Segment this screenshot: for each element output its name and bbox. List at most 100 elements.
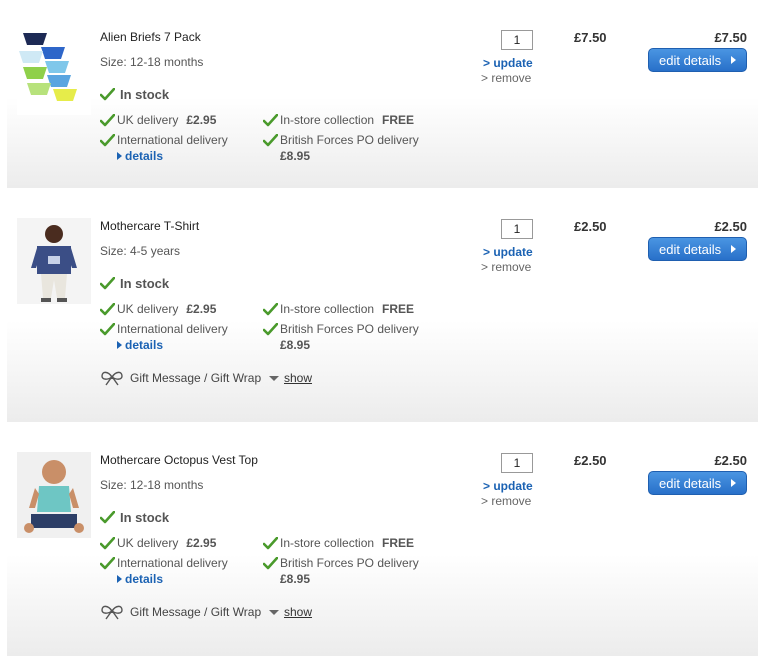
remove-link[interactable]: > remove [481,71,531,85]
international-delivery: International delivery [100,556,228,570]
check-icon [263,323,278,336]
edit-details-label: edit details [659,475,722,491]
update-link[interactable]: > update [483,479,533,493]
check-icon [100,88,115,101]
bow-icon [100,604,124,620]
update-link[interactable]: > update [483,56,533,70]
bfpo-price: £8.95 [280,338,311,352]
stock-status: In stock [100,276,169,291]
uk-delivery: UK delivery £2.95 [100,536,216,550]
uk-delivery: UK delivery £2.95 [100,302,216,316]
uk-delivery-price: £2.95 [186,113,217,127]
instore-collection: In-store collection FREE [263,113,414,127]
check-icon [100,537,115,550]
gift-label: Gift Message / Gift Wrap [130,605,262,619]
instore-price: FREE [382,536,415,550]
stock-label: In stock [120,276,170,291]
details-link[interactable]: details [117,149,163,163]
international-label: International delivery [117,133,228,147]
unit-price: £7.50 [574,30,607,45]
international-label: International delivery [117,556,228,570]
product-name[interactable]: Alien Briefs 7 Pack [100,30,201,44]
uk-delivery-label: UK delivery [117,536,179,550]
show-gift-toggle[interactable]: show [269,371,312,385]
bfpo-label: British Forces PO delivery [280,133,419,147]
check-icon [100,277,115,290]
details-label: details [125,572,164,586]
triangle-right-icon [117,152,122,160]
check-icon [263,303,278,316]
triangle-right-icon [117,341,122,349]
edit-details-label: edit details [659,52,722,68]
quantity-input[interactable] [501,453,533,473]
triangle-right-icon [731,56,736,64]
product-name[interactable]: Mothercare T-Shirt [100,219,199,233]
bfpo-label: British Forces PO delivery [280,322,419,336]
check-icon [263,134,278,147]
update-link[interactable]: > update [483,245,533,259]
show-label: show [284,371,313,385]
edit-details-label: edit details [659,241,722,257]
product-image-vest-top[interactable] [17,452,91,538]
remove-link[interactable]: > remove [481,494,531,508]
stock-status: In stock [100,510,169,525]
line-total: £2.50 [714,453,747,468]
international-delivery: International delivery [100,133,228,147]
stock-status: In stock [100,87,169,102]
edit-details-button[interactable]: edit details [648,471,747,495]
edit-details-button[interactable]: edit details [648,48,747,72]
check-icon [263,114,278,127]
details-link[interactable]: details [117,338,163,352]
details-label: details [125,149,164,163]
instore-price: FREE [382,302,415,316]
line-total: £2.50 [714,219,747,234]
international-label: International delivery [117,322,228,336]
unit-price: £2.50 [574,219,607,234]
triangle-right-icon [731,245,736,253]
uk-delivery: UK delivery £2.95 [100,113,216,127]
check-icon [100,511,115,524]
international-delivery: International delivery [100,322,228,336]
gift-message: Gift Message / Gift Wrap [100,604,261,620]
uk-delivery-price: £2.95 [186,536,217,550]
stock-label: In stock [120,87,170,102]
instore-label: In-store collection [280,536,375,550]
product-size: Size: 12-18 months [100,478,204,492]
show-gift-toggle[interactable]: show [269,605,312,619]
instore-label: In-store collection [280,302,375,316]
bfpo-delivery: British Forces PO delivery [263,133,419,147]
unit-price: £2.50 [574,453,607,468]
check-icon [263,557,278,570]
show-label: show [284,605,313,619]
check-icon [100,557,115,570]
product-name[interactable]: Mothercare Octopus Vest Top [100,453,258,467]
product-image-briefs[interactable] [17,29,91,115]
uk-delivery-label: UK delivery [117,113,179,127]
basket-item-vest-top: Mothercare Octopus Vest Top Size: 12-18 … [7,444,758,656]
quantity-input[interactable] [501,30,533,50]
instore-label: In-store collection [280,113,375,127]
product-size: Size: 4-5 years [100,244,181,258]
stock-label: In stock [120,510,170,525]
uk-delivery-label: UK delivery [117,302,179,316]
gift-label: Gift Message / Gift Wrap [130,371,262,385]
line-total: £7.50 [714,30,747,45]
check-icon [100,323,115,336]
basket-item-alien-briefs: Alien Briefs 7 Pack Size: 12-18 months I… [7,0,758,188]
bfpo-delivery: British Forces PO delivery [263,322,419,336]
basket-item-tshirt: Mothercare T-Shirt Size: 4-5 years In st… [7,210,758,422]
bfpo-delivery: British Forces PO delivery [263,556,419,570]
triangle-right-icon [731,479,736,487]
uk-delivery-price: £2.95 [186,302,217,316]
check-icon [100,134,115,147]
bow-icon [100,370,124,386]
remove-link[interactable]: > remove [481,260,531,274]
product-image-tshirt[interactable] [17,218,91,304]
instore-collection: In-store collection FREE [263,302,414,316]
triangle-right-icon [117,575,122,583]
quantity-input[interactable] [501,219,533,239]
product-size: Size: 12-18 months [100,55,204,69]
bfpo-price: £8.95 [280,149,311,163]
edit-details-button[interactable]: edit details [648,237,747,261]
details-link[interactable]: details [117,572,163,586]
